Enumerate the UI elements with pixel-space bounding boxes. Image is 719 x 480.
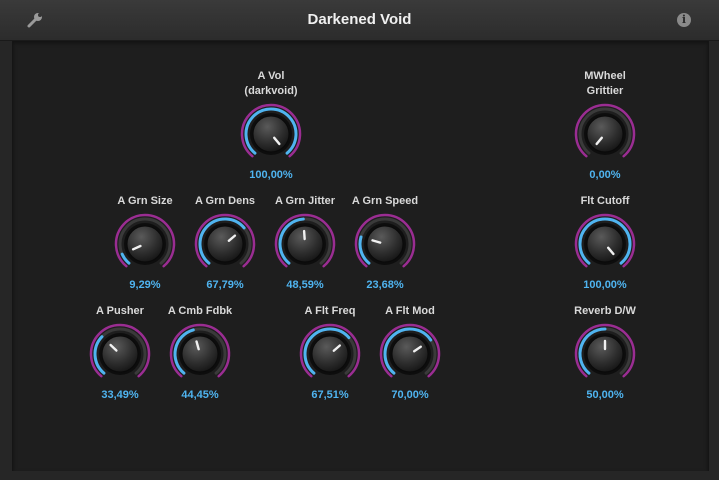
knob-value: 70,00%: [391, 389, 429, 401]
knob-value: 44,45%: [181, 389, 219, 401]
knob-label: Flt Cutoff: [580, 195, 630, 207]
knob-a-vol: A Vol (darkvoid) 100,00%: [226, 69, 316, 182]
knob-dial[interactable]: [88, 322, 152, 386]
knob-value: 23,68%: [366, 279, 404, 291]
knob-a-flt-mod: A Flt Mod 70,00%: [365, 304, 455, 402]
knob-body: [126, 225, 164, 263]
knob-dial[interactable]: [168, 322, 232, 386]
knob-dial[interactable]: [573, 322, 637, 386]
knob-dial[interactable]: [298, 322, 362, 386]
knob-dial[interactable]: [273, 212, 337, 276]
knob-dial[interactable]: [353, 212, 417, 276]
knob-body: [311, 335, 349, 373]
knob-body: [586, 225, 624, 263]
knob-body: [366, 225, 404, 263]
knob-value: 67,51%: [311, 389, 349, 401]
knob-body: [206, 225, 244, 263]
knob-value: 100,00%: [249, 169, 293, 181]
knob-mwheel-grittier: MWheel Grittier 0,00%: [560, 69, 650, 182]
knob-label: A Grn Speed: [351, 195, 419, 207]
knob-body: [101, 335, 139, 373]
knob-value: 67,79%: [206, 279, 244, 291]
knob-value: 33,49%: [101, 389, 139, 401]
knob-label: A Cmb Fdbk: [167, 305, 233, 317]
knob-label: Reverb D/W: [574, 305, 636, 317]
knob-label: MWheel Grittier: [584, 70, 626, 97]
knob-value: 100,00%: [583, 279, 627, 291]
knob-reverb-dw: Reverb D/W 50,00%: [560, 304, 650, 402]
info-icon[interactable]: i: [677, 13, 691, 27]
knob-value: 50,00%: [586, 389, 624, 401]
knob-dial[interactable]: [193, 212, 257, 276]
knob-pointer: [302, 229, 306, 241]
knob-a-cmb-fdbk: A Cmb Fdbk 44,45%: [155, 304, 245, 402]
knob-dial[interactable]: [378, 322, 442, 386]
knob-label: A Vol (darkvoid): [244, 70, 298, 97]
knob-body: [391, 335, 429, 373]
knob-value: 0,00%: [589, 169, 621, 181]
knob-label: A Flt Mod: [385, 305, 435, 317]
knob-dial[interactable]: [113, 212, 177, 276]
title-bar: Darkened Void i: [0, 0, 719, 41]
window-title: Darkened Void: [307, 11, 412, 28]
knob-flt-cutoff: Flt Cutoff 100,00%: [560, 194, 650, 292]
knob-value: 9,29%: [129, 279, 161, 291]
knob-dial[interactable]: [573, 212, 637, 276]
knob-dial[interactable]: [239, 102, 303, 166]
knob-value: 48,59%: [286, 279, 324, 291]
knob-body: [252, 115, 290, 153]
knob-body: [586, 115, 624, 153]
knob-dial[interactable]: [573, 102, 637, 166]
knob-a-grn-speed: A Grn Speed 23,68%: [340, 194, 430, 292]
knob-body: [181, 335, 219, 373]
